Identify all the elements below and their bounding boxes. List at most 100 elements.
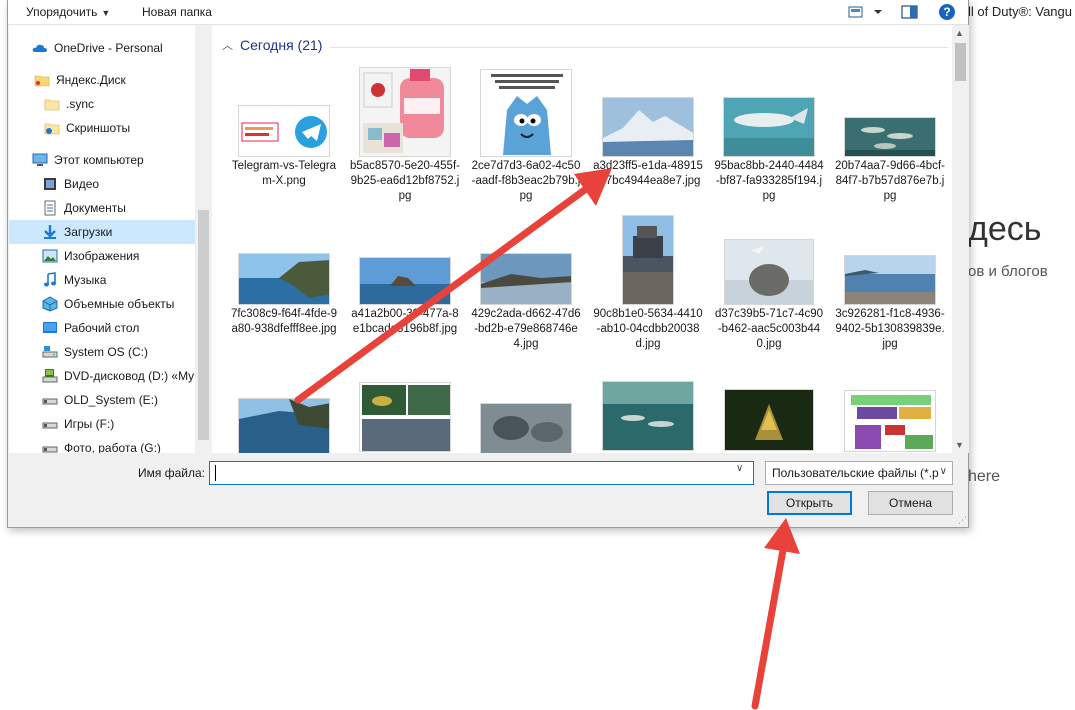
nav-label: DVD-дисковод (D:) «My <box>64 369 195 383</box>
pictures-icon <box>42 249 58 263</box>
open-button[interactable]: Открыть <box>767 491 852 515</box>
download-icon <box>44 225 56 239</box>
file-thumbnail <box>622 215 674 305</box>
chevron-down-icon: ▼ <box>101 8 111 18</box>
nav-item-drive-c[interactable]: System OS (C:) <box>9 340 195 364</box>
cancel-button[interactable]: Отмена <box>868 491 953 515</box>
annotation-arrow-line <box>751 546 787 710</box>
nav-item-drive-f[interactable]: Игры (F:) <box>9 412 195 436</box>
chevron-down-icon: ∨ <box>939 466 947 477</box>
nav-label: System OS (C:) <box>64 345 149 359</box>
nav-item-sync[interactable]: .sync <box>9 92 195 116</box>
organize-button[interactable]: Упорядочить ▼ <box>26 5 110 19</box>
video-icon <box>44 178 56 190</box>
scroll-up-icon[interactable]: ▲ <box>955 28 964 38</box>
nav-item-yandex-disk[interactable]: Яндекс.Диск <box>9 68 195 92</box>
file-list-scrollbar[interactable]: ▲ ▼ <box>952 25 969 453</box>
nav-label: Видео <box>64 177 100 191</box>
nav-item-drive-e[interactable]: OLD_System (E:) <box>9 388 195 412</box>
nav-label: Этот компьютер <box>54 153 144 167</box>
nav-item-documents[interactable]: Документы <box>9 196 195 220</box>
nav-item-3d-objects[interactable]: Объемные объекты <box>9 292 195 316</box>
new-folder-button[interactable]: Новая папка <box>142 5 212 19</box>
nav-label: Игры (F:) <box>64 417 115 431</box>
dvd-icon <box>42 369 58 383</box>
file-thumbnail <box>844 117 936 157</box>
music-icon <box>44 272 56 287</box>
nav-label: .sync <box>66 97 95 111</box>
nav-label: Изображения <box>64 249 140 263</box>
nav-item-downloads[interactable]: Загрузки <box>9 220 195 244</box>
group-header-today[interactable]: ︿ Сегодня (21) <box>222 37 322 53</box>
folder-icon <box>34 75 50 87</box>
filename-dropdown-icon[interactable]: ∨ <box>736 463 743 474</box>
nav-item-this-pc[interactable]: Этот компьютер <box>9 148 195 172</box>
folder-icon <box>44 99 60 111</box>
page-heading: десь <box>968 210 1042 248</box>
nav-label: Документы <box>64 201 126 215</box>
file-thumbnail <box>602 381 694 451</box>
file-name: 90c8b1e0-5634-4410-ab10-04cdbb20038d.jpg <box>593 308 703 350</box>
file-type-filter[interactable]: Пользовательские файлы (*.p ∨ <box>765 461 953 485</box>
nav-item-desktop[interactable]: Рабочий стол <box>9 316 195 340</box>
file-thumbnail <box>238 398 330 453</box>
file-name: a3d23ff5-e1da-48915b-7bc4944ea8e7.jpg <box>593 160 703 187</box>
drive-icon <box>42 446 58 453</box>
file-name: 2ce7d7d3-6a02-4c50-aadf-f8b3eac2b79b.jpg <box>471 160 581 202</box>
nav-item-dvd-d[interactable]: DVD-дисковод (D:) «My <box>9 364 195 388</box>
nav-label: Объемные объекты <box>64 297 175 311</box>
file-thumbnail <box>238 253 330 305</box>
chevron-up-icon: ︿ <box>222 40 233 52</box>
file-thumbnail <box>359 257 451 305</box>
nav-item-screenshots[interactable]: Скриншоты <box>9 116 195 140</box>
nav-label: Музыка <box>64 273 107 287</box>
file-thumbnail <box>359 382 451 452</box>
file-thumbnail <box>480 403 572 453</box>
nav-scrollbar[interactable] <box>195 25 212 453</box>
nav-label: Скриншоты <box>66 121 131 135</box>
nav-item-onedrive[interactable]: OneDrive - Personal <box>9 36 195 60</box>
file-name: 20b74aa7-9d66-4bcf-84f7-b7b57d876e7b.jpg <box>835 160 945 202</box>
drive-icon <box>42 398 58 405</box>
nav-label: Загрузки <box>64 225 113 239</box>
file-thumbnail <box>844 255 936 305</box>
preview-pane-button[interactable] <box>901 4 919 23</box>
cloud-icon <box>32 44 47 52</box>
svg-text:?: ? <box>943 5 950 19</box>
scroll-down-icon[interactable]: ▼ <box>955 440 964 450</box>
dialog-toolbar: Упорядочить ▼ Новая папка ? <box>8 0 968 25</box>
file-thumbnail <box>359 67 451 157</box>
filename-input[interactable] <box>209 461 754 485</box>
file-name: a41a2b00-39-477a-8e1bcada3196b8f.jpg <box>351 308 459 335</box>
file-thumbnail <box>238 105 330 157</box>
computer-icon <box>32 153 48 166</box>
nav-item-drive-g[interactable]: Фото, работа (G:) <box>9 436 195 453</box>
file-name: 3c926281-f1c8-4936-9402-5b130839839e.jpg <box>835 308 945 350</box>
nav-label: Яндекс.Диск <box>56 73 126 87</box>
view-icon <box>848 6 882 18</box>
nav-label: Рабочий стол <box>64 321 140 335</box>
file-list-scroll-thumb[interactable] <box>955 43 966 81</box>
file-thumbnail <box>602 97 694 157</box>
file-name: d37c39b5-71c7-4c90-b462-aac5c003b440.jpg <box>714 308 824 350</box>
file-list-area: ︿ Сегодня (21) Telegram-vs-Telegram-X.pn… <box>212 25 952 453</box>
nav-label: OLD_System (E:) <box>64 393 159 407</box>
nav-scroll-thumb[interactable] <box>198 210 209 440</box>
group-title: Сегодня (21) <box>240 37 323 53</box>
view-options-button[interactable] <box>848 4 882 23</box>
file-thumbnail <box>480 253 572 305</box>
file-thumbnail <box>724 389 814 451</box>
drive-icon <box>42 422 58 429</box>
browser-tab-title[interactable]: ll of Duty®: Vangu <box>968 4 1072 19</box>
nav-item-music[interactable]: Музыка <box>9 268 195 292</box>
nav-item-pictures[interactable]: Изображения <box>9 244 195 268</box>
help-button[interactable]: ? <box>938 3 956 24</box>
resize-grip-icon[interactable]: ⋰ <box>958 515 967 526</box>
file-thumbnail <box>723 97 815 157</box>
nav-item-video[interactable]: Видео <box>9 172 195 196</box>
preview-pane-icon <box>901 5 918 19</box>
3d-objects-icon <box>42 296 58 312</box>
page-subtext: ов и блогов <box>968 263 1048 280</box>
file-type-filter-value: Пользовательские файлы (*.p <box>772 466 939 480</box>
open-file-dialog: Упорядочить ▼ Новая папка ? OneDrive - P… <box>7 0 969 528</box>
